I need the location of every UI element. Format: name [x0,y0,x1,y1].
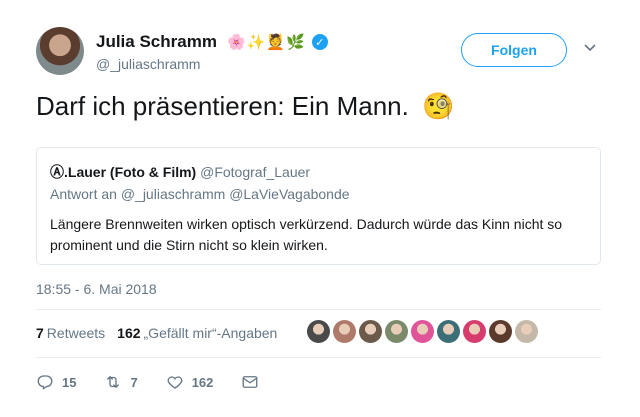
liker-avatar[interactable] [463,320,486,343]
retweets-stat[interactable]: 7 Retweets [36,325,105,341]
tweet-text-body: Darf ich präsentieren: Ein Mann. [36,91,409,121]
reply-count: 15 [62,374,77,390]
retweet-icon [107,376,120,388]
direct-message-action[interactable] [241,373,259,391]
like-count: 162 [191,374,214,390]
retweet-count: 7 [130,374,138,390]
liker-avatar[interactable] [333,320,356,343]
divider [36,357,601,358]
chevron-down-icon[interactable] [584,43,596,53]
tweet-timestamp[interactable]: 18:55 - 6. Mai 2018 [36,281,157,297]
quoted-tweet[interactable]: Ⓐ.Lauer (Foto & Film) @Fotograf_Lauer An… [36,147,601,265]
heart-icon [167,376,183,389]
liker-avatars [307,320,538,343]
quoted-author: Ⓐ.Lauer (Foto & Film) @Fotograf_Lauer [50,162,310,182]
liker-avatar[interactable] [489,320,512,343]
liker-avatar[interactable] [359,320,382,343]
author-name-row: Julia Schramm 🌸✨💆🌿 ✓ [96,32,328,52]
reply-icon [37,375,53,390]
liker-avatar[interactable] [437,320,460,343]
follow-button[interactable]: Folgen [461,33,567,67]
liker-avatar[interactable] [385,320,408,343]
author-avatar[interactable] [36,27,84,75]
author-handle[interactable]: @_juliaschramm [96,56,200,72]
liker-avatar[interactable] [307,320,330,343]
author-name[interactable]: Julia Schramm [96,32,217,52]
tweet-actions: 15 7 162 [36,373,287,391]
author-name-emojis: 🌸✨💆🌿 [226,34,306,51]
likes-stat[interactable]: 162 „Gefällt mir“-Angaben [117,325,277,341]
tweet-stats: 7 Retweets 162 „Gefällt mir“-Angaben [36,325,277,341]
reply-to-link-2: @LaVieVagabonde [229,186,350,202]
reply-to-link-1: @_juliaschramm [120,186,226,202]
envelope-icon [242,376,258,388]
verified-badge-icon: ✓ [311,34,328,50]
quoted-body: Längere Brennweiten wirken optisch verkü… [50,216,563,253]
quoted-reply-to: Antwort an @_juliaschramm @LaVieVagabond… [50,186,350,202]
liker-avatar[interactable] [515,320,538,343]
retweet-action[interactable]: 7 [104,373,138,391]
tweet: Julia Schramm 🌸✨💆🌿 ✓ @_juliaschramm Folg… [0,0,640,417]
reply-to-label: Antwort an [50,186,117,202]
likes-label: „Gefällt mir“-Angaben [143,325,278,341]
retweets-label: Retweets [46,325,106,341]
divider [36,309,601,310]
quoted-author-handle: @Fotograf_Lauer [200,164,311,180]
quoted-author-name: Ⓐ.Lauer (Foto & Film) [50,164,197,180]
like-action[interactable]: 162 [166,373,214,391]
liker-avatar[interactable] [411,320,434,343]
face-with-monocle-icon: 🧐 [422,91,455,121]
retweets-count: 7 [36,325,44,341]
reply-action[interactable]: 15 [36,373,76,391]
likes-count: 162 [117,325,141,341]
tweet-text: Darf ich präsentieren: Ein Mann. 🧐 [36,91,454,122]
